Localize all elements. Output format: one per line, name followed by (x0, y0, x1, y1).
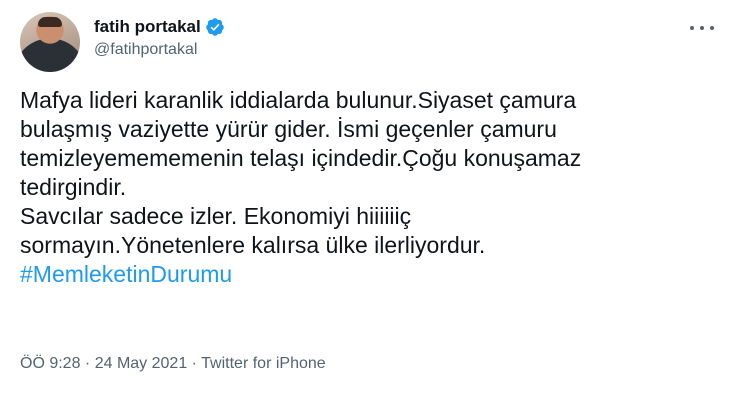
more-dot (710, 26, 714, 30)
tweet-text: Mafya lideri karanlik iddialarda bulunur… (20, 86, 714, 289)
tweet-meta: ÖÖ 9:28 · 24 May 2021 · Twitter for iPho… (20, 355, 326, 373)
meta-separator: · (187, 355, 202, 372)
tweet-line: bulaşmış vaziyette yürür gider. İsmi geç… (20, 116, 557, 142)
display-name[interactable]: fatih portakal (94, 17, 201, 37)
verified-badge-icon (205, 17, 225, 37)
author-block: fatih portakal @fatihportakal (94, 16, 225, 61)
more-dot (690, 26, 694, 30)
more-options-icon[interactable] (690, 20, 714, 36)
tweet-line: sormayın.Yönetenlere kalırsa ülke ilerli… (20, 232, 486, 258)
meta-separator: · (80, 355, 95, 372)
name-row: fatih portakal (94, 16, 225, 38)
tweet-line: tedirgindir. (20, 174, 127, 200)
tweet-line: Mafya lideri karanlik iddialarda bulunur… (20, 87, 577, 113)
handle[interactable]: @fatihportakal (94, 41, 225, 61)
avatar[interactable] (20, 12, 80, 72)
tweet-line: temizleyemememenin telaşı içindedir.Çoğu… (20, 145, 582, 171)
tweet-time-link[interactable]: ÖÖ 9:28 (20, 355, 80, 372)
tweet-date-link[interactable]: 24 May 2021 (95, 355, 188, 372)
hashtag-link[interactable]: #MemleketinDurumu (20, 260, 714, 289)
tweet-card: fatih portakal @fatihportakal Mafya lide… (0, 0, 734, 404)
tweet-line: Savcılar sadece izler. Ekonomiyi hiiiiii… (20, 203, 412, 229)
avatar-hair (38, 17, 62, 27)
more-dot (700, 26, 704, 30)
tweet-source-link[interactable]: Twitter for iPhone (201, 355, 326, 372)
tweet-header: fatih portakal @fatihportakal (20, 12, 714, 72)
